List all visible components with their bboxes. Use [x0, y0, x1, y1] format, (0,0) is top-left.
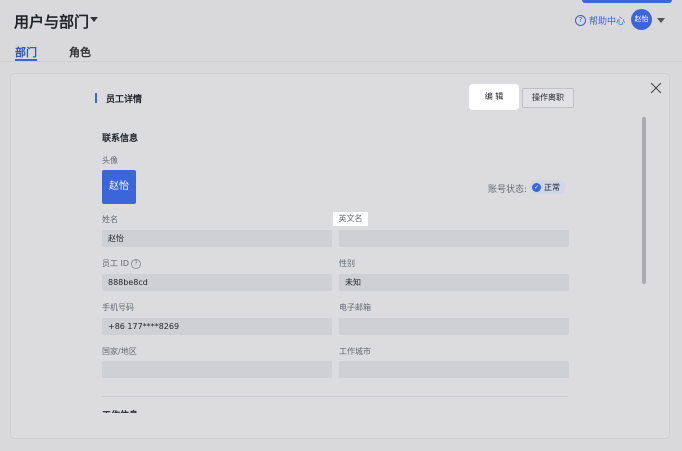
question-icon[interactable]: ? [131, 258, 142, 269]
chevron-down-icon[interactable] [90, 17, 98, 22]
account-status-label: 账号状态: [488, 185, 528, 195]
page-title[interactable]: 用户与部门 [14, 11, 89, 32]
region-field[interactable] [102, 361, 332, 378]
employee-detail-panel [11, 74, 669, 438]
section-title: 员工详情 [106, 95, 143, 105]
city-field[interactable] [339, 361, 569, 378]
scrollbar[interactable] [642, 117, 646, 284]
chevron-down-icon[interactable] [657, 18, 665, 23]
phone-field[interactable]: +86 177****8269 [102, 318, 332, 335]
status-badge: ✓ 正常 [529, 180, 566, 194]
contact-info-heading: 联系信息 [102, 134, 139, 144]
top-right-button-edge[interactable] [582, 0, 672, 3]
email-field[interactable] [339, 318, 569, 335]
close-icon[interactable] [650, 82, 662, 94]
name-label: 姓名 [102, 215, 118, 224]
check-icon: ✓ [532, 182, 541, 192]
offboard-button[interactable]: 操作离职 [522, 88, 574, 108]
tab-roles[interactable]: 角色 [69, 44, 91, 60]
question-icon: ? [575, 15, 586, 26]
employee-id-field[interactable]: 888be8cd [102, 274, 332, 291]
work-info-heading: 工作信息 [102, 408, 138, 413]
tab-departments[interactable]: 部门 [15, 44, 37, 60]
avatar[interactable]: 赵怡 [631, 9, 652, 30]
edit-button[interactable]: 编 辑 [471, 86, 517, 108]
avatar: 赵怡 [102, 170, 136, 204]
email-label: 电子邮箱 [339, 303, 371, 312]
section-marker [95, 93, 97, 103]
section-divider [102, 396, 568, 397]
header-divider [0, 61, 682, 62]
help-center-label: 帮助中心 [589, 17, 626, 27]
english-name-field[interactable] [339, 230, 569, 247]
photo-label: 头像 [102, 156, 118, 165]
gender-field[interactable]: 未知 [339, 274, 569, 291]
english-name-label: 英文名 [333, 212, 368, 226]
gender-label: 性别 [339, 259, 355, 268]
phone-label: 手机号码 [102, 303, 134, 312]
help-center-link[interactable]: ? 帮助中心 [575, 14, 625, 27]
city-label: 工作城市 [339, 347, 371, 356]
status-badge-label: 正常 [544, 182, 560, 192]
name-field[interactable]: 赵怡 [102, 230, 332, 247]
employee-id-label: 员工 ID? [102, 258, 142, 269]
region-label: 国家/地区 [102, 347, 137, 356]
